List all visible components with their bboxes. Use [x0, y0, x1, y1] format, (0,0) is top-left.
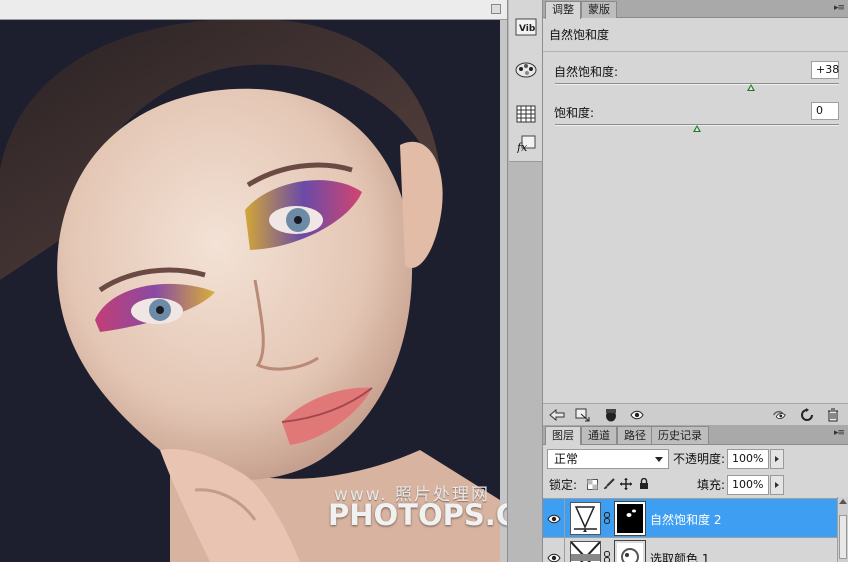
svg-text:Vib: Vib	[519, 24, 536, 34]
layers-tabbar: 图层 通道 路径 历史记录 ▸≡	[543, 425, 848, 445]
document-canvas[interactable]: www. 照片处理网 PHOTOPS.COM	[0, 0, 507, 562]
adjustment-divider	[543, 51, 848, 52]
eye-icon	[546, 553, 561, 562]
saturation-slider-track[interactable]	[555, 124, 839, 132]
layer-row-vibrance-2[interactable]: 自然饱和度 2	[543, 498, 837, 538]
layer-visibility-toggle[interactable]	[543, 499, 565, 538]
tab-adjustments[interactable]: 调整	[545, 1, 581, 19]
blend-mode-value: 正常	[554, 452, 579, 466]
return-arrow-icon[interactable]	[549, 408, 565, 422]
adjustment-title: 自然饱和度	[549, 28, 610, 42]
scroll-up-arrow-icon[interactable]	[839, 499, 847, 504]
opacity-field[interactable]: 100%	[727, 449, 769, 469]
vibrance-slider-thumb[interactable]	[746, 84, 755, 91]
collapsed-panel-strip: Vib fx	[507, 0, 543, 562]
adjustments-tabbar: 调整 蒙版 ▸≡	[543, 0, 848, 19]
layer-name[interactable]: 选取颜色 1	[650, 550, 709, 562]
lock-row: 锁定: 填充: 100%	[543, 473, 848, 497]
saturation-label: 饱和度:	[554, 106, 595, 120]
blend-row: 正常 不透明度: 100%	[543, 447, 848, 471]
opacity-label: 不透明度:	[673, 452, 726, 466]
clip-layer-icon[interactable]	[575, 408, 591, 422]
lock-position-move-icon[interactable]	[620, 478, 632, 490]
fill-field[interactable]: 100%	[727, 475, 769, 495]
watermark-main-text: PHOTOPS.COM	[328, 498, 507, 532]
layer-mask-thumbnail[interactable]	[614, 501, 646, 536]
swatches-grid-icon[interactable]	[513, 101, 539, 127]
saturation-value-field[interactable]: 0	[811, 102, 839, 120]
layers-panel-menu-icon[interactable]: ▸≡	[834, 428, 845, 438]
reset-icon[interactable]	[799, 408, 815, 422]
svg-text:fx: fx	[516, 141, 528, 153]
lock-all-padlock-icon[interactable]	[638, 478, 650, 490]
tab-masks[interactable]: 蒙版	[581, 1, 617, 18]
layers-panel: 图层 通道 路径 历史记录 ▸≡ 正常 不透明度: 100% 锁定: 填充: 1…	[543, 425, 848, 562]
view-previous-icon[interactable]	[771, 408, 787, 422]
layer-mask-thumbnail[interactable]	[614, 540, 646, 562]
watermark: www. 照片处理网 PHOTOPS.COM	[326, 478, 507, 538]
lock-pixels-brush-icon[interactable]	[603, 478, 615, 490]
tab-history[interactable]: 历史记录	[651, 426, 709, 444]
layers-scrollbar[interactable]	[837, 497, 848, 562]
adjustment-footer	[543, 403, 848, 425]
layer-row-selective-color-1[interactable]: 选取颜色 1	[543, 537, 837, 562]
lock-label: 锁定:	[549, 478, 578, 492]
canvas-title-bar	[0, 0, 507, 20]
selective-color-thumbnail[interactable]	[570, 541, 601, 562]
panel-menu-icon[interactable]: ▸≡	[834, 3, 845, 13]
vibrance-label: 自然饱和度:	[554, 65, 619, 79]
fill-label: 填充:	[697, 478, 726, 492]
opacity-flyout-button[interactable]	[770, 449, 784, 469]
scrollbar-thumb[interactable]	[839, 515, 847, 559]
eye-icon	[546, 514, 561, 523]
blend-mode-select[interactable]: 正常	[547, 449, 669, 469]
delete-icon[interactable]	[825, 408, 841, 422]
tab-channels[interactable]: 通道	[581, 426, 617, 444]
photoshop-window: www. 照片处理网 PHOTOPS.COM Vib fx 调整 蒙版 ▸≡	[0, 0, 848, 562]
vibrance-value-field[interactable]: +38	[811, 61, 839, 79]
collapsed-panel-icons: Vib fx	[509, 0, 542, 162]
tab-paths[interactable]: 路径	[617, 426, 653, 444]
tab-layers[interactable]: 图层	[545, 426, 581, 445]
fx-styles-icon[interactable]: fx	[513, 131, 539, 157]
visibility-eye-icon[interactable]	[629, 408, 645, 422]
vibrance-adjustment-thumbnail[interactable]	[570, 502, 601, 535]
mask-drop-icon[interactable]	[603, 408, 619, 422]
color-palette-icon[interactable]	[513, 57, 539, 83]
link-chain-icon[interactable]	[604, 551, 610, 562]
layer-visibility-toggle[interactable]	[543, 538, 565, 562]
layer-name[interactable]: 自然饱和度 2	[650, 511, 721, 528]
link-chain-icon[interactable]	[604, 512, 610, 524]
adjustments-panel: 调整 蒙版 ▸≡ 自然饱和度 自然饱和度: +38 饱和度: 0	[543, 0, 848, 425]
chevron-down-icon	[655, 457, 663, 462]
canvas-bar-control[interactable]	[491, 4, 501, 14]
fill-flyout-button[interactable]	[770, 475, 784, 495]
lock-transparency-icon[interactable]	[586, 478, 598, 490]
vibrance-slider-track[interactable]	[555, 83, 839, 91]
saturation-slider-thumb[interactable]	[693, 125, 701, 132]
vib-adjustment-icon[interactable]: Vib	[513, 14, 539, 40]
